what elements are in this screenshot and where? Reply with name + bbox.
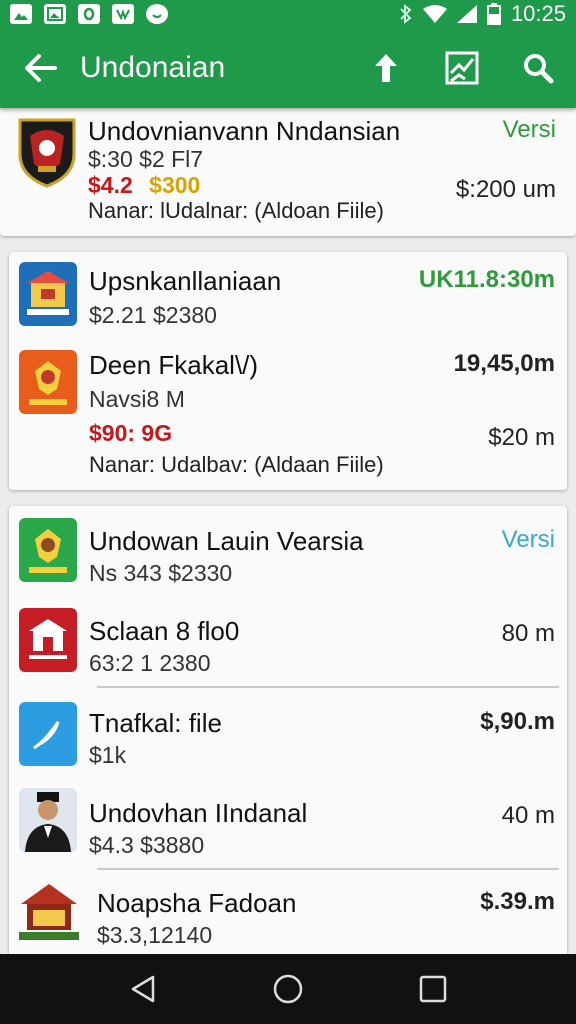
app-title: Undonaian [80,51,226,84]
file-subtitle: Ns 343 $2330 [89,560,233,586]
list-item[interactable]: Noapsha Fadoan $3.3,12140 $.39.m [9,872,567,954]
list-item[interactable]: Tnafkal: file $1k $,90.m [9,690,567,778]
price-gold: $300 [149,172,201,198]
list-item[interactable]: Sclaan 8 flo0 63:2 1 2380 80 m [9,596,567,686]
file-card[interactable]: Undowan Lauin Vearsia Ns 343 $2330 Versi… [9,506,567,954]
file-card[interactable]: Undovnianvann Nndansian $:30 $2 Fl7 $4.2… [0,108,576,236]
file-subtitle: 63:2 1 2380 [89,650,211,676]
file-title: Undowan Lauin Vearsia [89,526,364,556]
wifi-icon [422,5,447,23]
notification-icons [10,4,168,24]
clock: 10:25 [510,1,566,26]
file-subtitle: $:30 $2 Fl7 [88,146,204,172]
school-icon [19,608,77,672]
app-bar: Undonaian [0,28,576,108]
file-size: 80 m [501,620,555,647]
file-title: Deen Fkakal\/) [89,350,259,380]
version-label: Versi [501,526,555,553]
report-button[interactable] [424,28,500,108]
price-red: $90: 9G [89,420,173,446]
system-status: 10:25 [399,1,566,27]
file-size: $.39.m [480,888,555,915]
nav-home-button[interactable] [253,954,323,1024]
garuda-emblem-icon [19,350,77,414]
nav-recents-button[interactable] [398,954,468,1024]
file-list: Undovnianvann Nndansian $:30 $2 Fl7 $4.2… [0,108,576,954]
home-circle-icon [273,974,303,1004]
feather-file-icon [19,702,77,766]
file-subtitle: $1k [89,742,127,768]
shield-emblem-icon [16,116,78,188]
file-size: $,90.m [480,708,555,735]
file-title: Sclaan 8 flo0 [89,616,240,646]
picture-icon [10,4,32,24]
file-card[interactable]: Upsnkanllaniaan $2.21 $2380 UK11.8:30m D… [9,252,567,490]
file-subtitle: $4.3 $3880 [89,832,205,858]
signal-icon [456,5,477,23]
file-title: Undovnianvann Nndansian [88,116,401,146]
search-icon [524,54,554,84]
version-label: Versi [502,116,556,143]
emblem-icon [19,518,77,582]
price-line: $4.2 $300 [88,172,200,199]
status-bar: 10:25 [0,0,576,28]
file-subtitle: $3.3,12140 [97,922,213,948]
upload-icon [375,54,397,82]
search-button[interactable] [500,28,576,108]
file-subtitle: $2.21 $2380 [89,302,217,328]
file-size: $:200 um [455,176,556,203]
check-chart-icon [445,51,479,85]
arrow-left-icon [25,54,57,82]
back-button[interactable] [0,28,80,108]
person-avatar-icon [19,788,77,852]
system-nav-bar [0,954,576,1024]
file-size-secondary: $20 m [488,424,555,451]
list-item[interactable]: Undowan Lauin Vearsia Ns 343 $2330 Versi [9,506,567,596]
recents-square-icon [420,975,447,1003]
file-meta: Nanar: Udalbav: (Aldaan Fiile) [89,452,384,477]
file-title: Upsnkanllaniaan [89,266,282,296]
bluetooth-icon [399,4,413,24]
file-size: 19,45,0m [453,350,555,377]
upload-button[interactable] [348,28,424,108]
price-red: $4.2 [88,172,133,198]
file-title: Undovhan IIndanal [89,798,308,828]
divider [97,868,559,870]
o-app-icon [78,4,100,24]
divider [97,686,559,688]
image-icon [44,4,66,24]
building-icon [19,262,77,326]
temple-icon [13,880,85,946]
file-title: Noapsha Fadoan [97,888,297,918]
battery-icon [486,3,501,25]
list-item[interactable]: Undovhan IIndanal $4.3 $3880 40 m [9,778,567,868]
list-item[interactable]: Deen Fkakal\/) Navsi8 M $90: 9G Nanar: U… [9,342,567,490]
list-item[interactable]: Upsnkanllaniaan $2.21 $2380 UK11.8:30m [9,252,567,342]
smiley-icon [146,4,168,24]
back-triangle-icon [131,975,154,1003]
file-title: Tnafkal: file [89,708,222,738]
nav-back-button[interactable] [108,954,178,1024]
version-label: UK11.8:30m [418,266,555,293]
file-meta: Nanar: lUdalnar: (Aldoan Fiile) [88,198,384,223]
link-icon [112,4,134,24]
file-size: 40 m [501,802,555,829]
file-subtitle: Navsi8 M [89,386,185,412]
